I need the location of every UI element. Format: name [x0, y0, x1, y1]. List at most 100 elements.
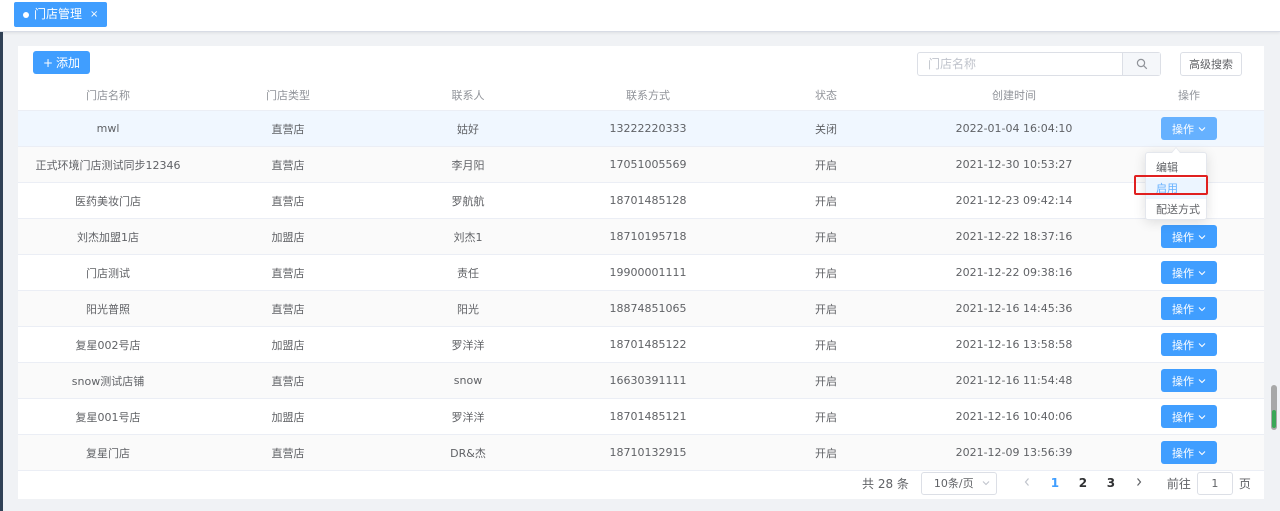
page-2[interactable]: 2: [1069, 476, 1097, 490]
cell-action: 操作: [1114, 218, 1264, 255]
cell-action: 操作: [1114, 326, 1264, 363]
close-icon[interactable]: ×: [90, 2, 98, 27]
header-created: 创建时间: [914, 80, 1114, 111]
cell-phone: 18701485128: [558, 182, 738, 219]
table-row[interactable]: mwl 直营店 姑好 13222220333 关闭 2022-01-04 16:…: [18, 110, 1264, 147]
cell-store-type: 直营店: [198, 254, 378, 291]
chevron-down-icon: [1198, 342, 1206, 347]
chevron-down-icon: [1198, 126, 1206, 131]
cell-status: 开启: [738, 326, 914, 363]
table-row[interactable]: 复星001号店 加盟店 罗洋洋 18701485121 开启 2021-12-1…: [18, 398, 1264, 435]
next-page-button[interactable]: [1125, 476, 1153, 490]
cell-phone: 17051005569: [558, 146, 738, 183]
table-row[interactable]: 复星门店 直营店 DR&杰 18710132915 开启 2021-12-09 …: [18, 434, 1264, 471]
table-row[interactable]: snow测试店铺 直营店 snow 16630391111 开启 2021-12…: [18, 362, 1264, 399]
cell-store-type: 直营店: [198, 146, 378, 183]
table-header-row: 门店名称 门店类型 联系人 联系方式 状态 创建时间 操作: [18, 80, 1264, 111]
page-1[interactable]: 1: [1041, 476, 1069, 490]
action-dropdown-button[interactable]: 操作: [1161, 333, 1217, 356]
page-3[interactable]: 3: [1097, 476, 1125, 490]
header-phone: 联系方式: [558, 80, 738, 111]
chevron-left-icon: [1024, 478, 1029, 486]
table-row[interactable]: 门店测试 直营店 责任 19900001111 开启 2021-12-22 09…: [18, 254, 1264, 291]
search-icon: [1136, 58, 1147, 70]
table-row[interactable]: 阳光普照 直营店 阳光 18874851065 开启 2021-12-16 14…: [18, 290, 1264, 327]
header-status: 状态: [738, 80, 914, 111]
cell-contact: 罗航航: [378, 182, 558, 219]
menu-item-delivery-method[interactable]: 配送方式: [1146, 199, 1206, 220]
cell-store-name: 刘杰加盟1店: [18, 218, 198, 255]
chevron-down-icon: [1198, 306, 1206, 311]
cell-phone: 18710132915: [558, 434, 738, 471]
cell-status: 开启: [738, 362, 914, 399]
action-label: 操作: [1172, 266, 1194, 280]
scrollbar-thumb[interactable]: [1272, 410, 1276, 428]
cell-created: 2021-12-22 09:38:16: [914, 254, 1114, 291]
chevron-down-icon: [1198, 378, 1206, 383]
goto-page-input[interactable]: 1: [1196, 471, 1233, 495]
advanced-search-button[interactable]: 高级搜索: [1180, 52, 1242, 76]
add-button[interactable]: + 添加: [33, 51, 90, 74]
cell-created: 2022-01-04 16:04:10: [914, 110, 1114, 147]
table-row[interactable]: 正式环境门店测试同步12346 直营店 李月阳 17051005569 开启 2…: [18, 146, 1264, 183]
cell-phone: 18874851065: [558, 290, 738, 327]
cell-status: 开启: [738, 218, 914, 255]
action-label: 操作: [1172, 446, 1194, 460]
prev-page-button[interactable]: [1013, 476, 1041, 490]
search-button[interactable]: [1122, 53, 1160, 75]
cell-phone: 18701485122: [558, 326, 738, 363]
cell-contact: 罗洋洋: [378, 326, 558, 363]
cell-store-name: 复星001号店: [18, 398, 198, 435]
cell-store-name: snow测试店铺: [18, 362, 198, 399]
cell-phone: 19900001111: [558, 254, 738, 291]
cell-contact: 李月阳: [378, 146, 558, 183]
header-store-name: 门店名称: [18, 80, 198, 111]
cell-status: 开启: [738, 146, 914, 183]
active-dot-icon: [23, 11, 29, 18]
cell-created: 2021-12-30 10:53:27: [914, 146, 1114, 183]
action-dropdown-button[interactable]: 操作: [1161, 369, 1217, 392]
chevron-down-icon: [1198, 270, 1206, 275]
chevron-right-icon: [1136, 478, 1142, 486]
action-dropdown-button[interactable]: 操作: [1161, 117, 1217, 140]
pagination: 共 28 条 10条/页 1 2 3 前往 1 页: [862, 471, 1251, 495]
cell-action: 操作: [1114, 434, 1264, 471]
chevron-down-icon: [1198, 450, 1206, 455]
cell-contact: 姑好: [378, 110, 558, 147]
action-dropdown-button[interactable]: 操作: [1161, 405, 1217, 428]
action-dropdown-button[interactable]: 操作: [1161, 225, 1217, 248]
cell-status: 开启: [738, 398, 914, 435]
action-label: 操作: [1172, 122, 1194, 136]
cell-phone: 18710195718: [558, 218, 738, 255]
cell-store-type: 加盟店: [198, 398, 378, 435]
cell-store-type: 加盟店: [198, 326, 378, 363]
table-row[interactable]: 复星002号店 加盟店 罗洋洋 18701485122 开启 2021-12-1…: [18, 326, 1264, 363]
goto-label: 前往: [1166, 476, 1191, 491]
cell-store-name: mwl: [18, 110, 198, 147]
tab-store-management[interactable]: 门店管理 ×: [14, 2, 108, 27]
store-table: 门店名称 门店类型 联系人 联系方式 状态 创建时间 操作 mwl 直营店 姑好…: [18, 80, 1264, 471]
table-row[interactable]: 医药美妆门店 直营店 罗航航 18701485128 开启 2021-12-23…: [18, 182, 1264, 219]
header-contact: 联系人: [378, 80, 558, 111]
cell-store-type: 加盟店: [198, 218, 378, 255]
store-name-search-input[interactable]: [918, 53, 1122, 75]
action-dropdown-button[interactable]: 操作: [1161, 261, 1217, 284]
chevron-down-icon: [1198, 234, 1206, 239]
table-row[interactable]: 刘杰加盟1店 加盟店 刘杰1 18710195718 开启 2021-12-22…: [18, 218, 1264, 255]
page-size-select[interactable]: 10条/页: [920, 471, 997, 495]
cell-contact: snow: [378, 362, 558, 399]
cell-contact: 阳光: [378, 290, 558, 327]
header-action: 操作: [1114, 80, 1264, 111]
total-count: 共 28 条: [862, 476, 909, 491]
sidebar-edge: [0, 0, 3, 511]
cell-action: 操作: [1114, 362, 1264, 399]
action-dropdown-button[interactable]: 操作: [1161, 297, 1217, 320]
header-store-type: 门店类型: [198, 80, 378, 111]
search-group: [917, 52, 1161, 76]
action-label: 操作: [1172, 374, 1194, 388]
cell-store-name: 正式环境门店测试同步12346: [18, 146, 198, 183]
add-button-label: 添加: [56, 56, 81, 70]
action-dropdown-button[interactable]: 操作: [1161, 441, 1217, 464]
page-size-value: 10条/页: [933, 477, 974, 490]
cell-status: 开启: [738, 254, 914, 291]
